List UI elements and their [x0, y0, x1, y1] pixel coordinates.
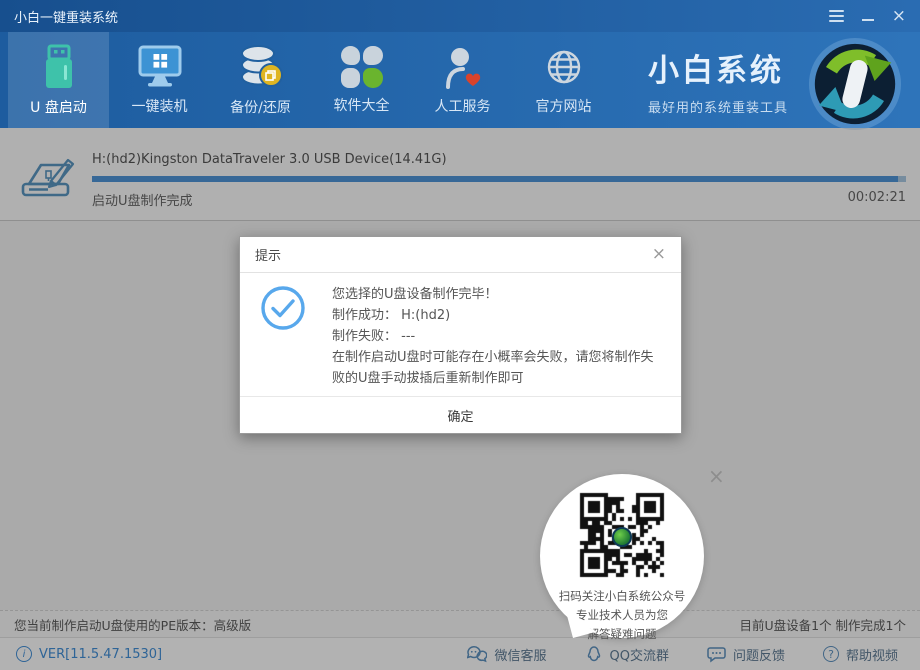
dialog-line: 制作成功： H:(hd2) [332, 305, 657, 326]
dialog-body: 您选择的U盘设备制作完毕！ 制作成功： H:(hd2) 制作失败： --- 在制… [240, 273, 681, 396]
nav-item-usb-boot[interactable]: U 盘启动 [8, 32, 109, 128]
menu-icon[interactable] [829, 10, 844, 22]
nav-item-software[interactable]: 软件大全 [311, 32, 412, 128]
nav-label: 人工服务 [435, 96, 491, 116]
close-icon[interactable]: × [892, 8, 906, 25]
dialog-line: 在制作启动U盘时可能存在小概率会失败，请您将制作失败的U盘手动拔插后重新制作即可 [332, 347, 657, 389]
brand-title: 小白系统 [648, 45, 788, 90]
nav-label: 官方网站 [536, 96, 592, 116]
qr-bubble: 扫码关注小白系统公众号 专业技术人员为您 解答疑难问题 [540, 474, 704, 638]
ok-button[interactable]: 确定 [240, 396, 681, 433]
tip-dialog: 提示 × 您选择的U盘设备制作完毕！ 制作成功： H:(hd2) 制作失败： -… [239, 236, 682, 434]
bubble-text-line: 解答疑难问题 [540, 626, 704, 642]
dialog-line: 您选择的U盘设备制作完毕！ [332, 284, 657, 305]
dialog-title: 提示 [255, 245, 281, 264]
bubble-text-line: 扫码关注小白系统公众号 [540, 588, 704, 604]
app-window: 小白一键重装系统 × U 盘启动 [0, 0, 920, 670]
titlebar: 小白一键重装系统 × [0, 0, 920, 32]
dialog-close-icon[interactable]: × [652, 246, 666, 263]
window-controls: × [829, 8, 906, 25]
app-title: 小白一键重装系统 [14, 7, 118, 26]
nav-label: 一键装机 [132, 96, 188, 116]
nav-item-backup-restore[interactable]: 备份/还原 [210, 32, 311, 128]
brand-subtitle: 最好用的系统重装工具 [648, 97, 788, 116]
computer-icon [137, 45, 183, 89]
qr-center-logo-icon [612, 527, 632, 547]
nav-label: U 盘启动 [30, 97, 87, 117]
backup-restore-icon [238, 44, 284, 90]
dialog-line: 制作失败： --- [332, 326, 657, 347]
nav-item-website[interactable]: 官方网站 [513, 32, 614, 128]
minimize-icon[interactable] [862, 19, 874, 21]
nav-item-one-key-install[interactable]: 一键装机 [109, 32, 210, 128]
website-icon [542, 45, 586, 89]
nav-label: 备份/还原 [230, 97, 291, 117]
brand-logo-icon [806, 35, 904, 133]
brand-block: 小白系统 最好用的系统重装工具 [648, 32, 788, 128]
software-icon [341, 46, 383, 88]
navbar: U 盘启动 一键装机 备份/还原 [0, 32, 920, 128]
nav-label: 软件大全 [334, 95, 390, 115]
usb-drive-icon [37, 44, 81, 90]
nav-item-support[interactable]: 人工服务 [412, 32, 513, 128]
bubble-text-line: 专业技术人员为您 [540, 607, 704, 623]
bubble-close-icon[interactable]: × [708, 466, 725, 486]
success-check-icon [260, 285, 306, 331]
dialog-header: 提示 × [240, 237, 681, 273]
qr-wrap [576, 489, 668, 585]
support-icon [441, 45, 485, 89]
